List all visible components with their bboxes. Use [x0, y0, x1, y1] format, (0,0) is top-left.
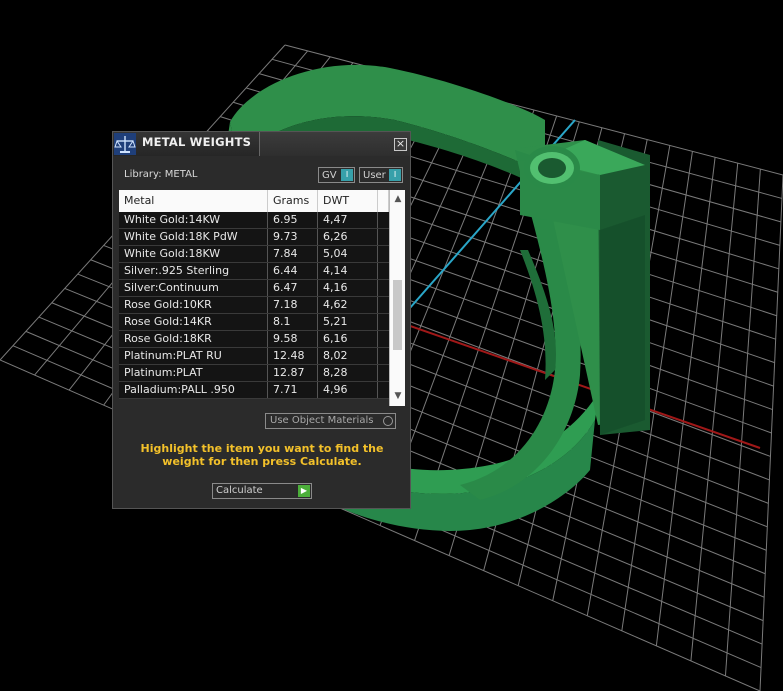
cell-metal: White Gold:18KW — [119, 246, 268, 262]
cell-grams: 6.95 — [268, 212, 318, 228]
panel-titlebar[interactable]: METAL WEIGHTS × — [113, 132, 410, 156]
cell-metal: Palladium:PALL .950 — [119, 382, 268, 398]
user-toggle[interactable]: User I — [359, 167, 403, 183]
cell-blank — [378, 348, 389, 364]
cell-blank — [378, 212, 389, 228]
cell-grams: 9.73 — [268, 229, 318, 245]
cell-dwt: 4,47 — [318, 212, 378, 228]
column-header-dwt[interactable]: DWT — [318, 190, 378, 212]
table-row[interactable]: Rose Gold:18KR 9.58 6,16 — [119, 331, 389, 348]
table-row[interactable]: Silver:.925 Sterling 6.44 4,14 — [119, 263, 389, 280]
use-object-materials-option[interactable]: Use Object Materials — [265, 413, 396, 429]
toggle-indicator-icon: I — [389, 169, 401, 181]
table-body: White Gold:14KW 6.95 4,47 White Gold:18K Pd… — [119, 212, 389, 399]
cell-metal: Silver:.925 Sterling — [119, 263, 268, 279]
column-header-metal[interactable]: Metal — [119, 190, 268, 212]
scale-icon — [114, 133, 136, 155]
cell-blank — [378, 314, 389, 330]
calculate-label: Calculate — [216, 485, 263, 496]
cell-blank — [378, 297, 389, 313]
cell-blank — [378, 382, 389, 398]
table-row[interactable]: Platinum:PLAT 12.87 8,28 — [119, 365, 389, 382]
instructions-text: Highlight the item you want to find the … — [140, 442, 384, 468]
cell-dwt: 8,28 — [318, 365, 378, 381]
table-header: Metal Grams DWT — [119, 190, 405, 212]
cell-grams: 12.87 — [268, 365, 318, 381]
scroll-up-icon[interactable]: ▲ — [393, 194, 403, 204]
calculate-button[interactable]: Calculate ▶ — [212, 483, 312, 499]
cell-metal: Rose Gold:18KR — [119, 331, 268, 347]
gv-toggle-label: GV — [322, 169, 337, 181]
cell-blank — [378, 246, 389, 262]
panel-title: METAL WEIGHTS — [142, 135, 252, 149]
column-header-grams[interactable]: Grams — [268, 190, 318, 212]
table-row[interactable]: Silver:Continuum 6.47 4,16 — [119, 280, 389, 297]
cell-dwt: 6,16 — [318, 331, 378, 347]
toggle-indicator-icon: I — [341, 169, 353, 181]
table-row[interactable]: White Gold:14KW 6.95 4,47 — [119, 212, 389, 229]
cell-metal: White Gold:18K PdW — [119, 229, 268, 245]
cell-grams: 7.71 — [268, 382, 318, 398]
metal-weights-panel: METAL WEIGHTS × Library: METAL GV I User… — [112, 131, 411, 509]
cell-dwt: 4,16 — [318, 280, 378, 296]
cell-metal: White Gold:14KW — [119, 212, 268, 228]
cell-grams: 12.48 — [268, 348, 318, 364]
scroll-thumb[interactable] — [393, 280, 402, 350]
cell-grams: 7.84 — [268, 246, 318, 262]
cell-metal: Rose Gold:10KR — [119, 297, 268, 313]
cell-metal: Silver:Continuum — [119, 280, 268, 296]
cell-metal: Platinum:PLAT — [119, 365, 268, 381]
table-row[interactable]: Palladium:PALL .950 7.71 4,96 — [119, 382, 389, 399]
title-tab: METAL WEIGHTS — [113, 132, 260, 156]
cell-grams: 6.47 — [268, 280, 318, 296]
cell-metal: Rose Gold:14KR — [119, 314, 268, 330]
cell-blank — [378, 331, 389, 347]
close-icon[interactable]: × — [394, 138, 407, 151]
cell-dwt: 5,04 — [318, 246, 378, 262]
gv-toggle[interactable]: GV I — [318, 167, 355, 183]
table-row[interactable]: White Gold:18K PdW 9.73 6,26 — [119, 229, 389, 246]
table-scrollbar[interactable]: ▲ ▼ — [389, 190, 405, 406]
cell-blank — [378, 365, 389, 381]
library-label: Library: METAL — [124, 169, 198, 180]
cell-metal: Platinum:PLAT RU — [119, 348, 268, 364]
table-row[interactable]: Rose Gold:10KR 7.18 4,62 — [119, 297, 389, 314]
use-object-materials-label: Use Object Materials — [270, 415, 374, 426]
cell-dwt: 6,26 — [318, 229, 378, 245]
scroll-down-icon[interactable]: ▼ — [393, 391, 403, 401]
play-arrow-icon[interactable]: ▶ — [298, 485, 310, 497]
cell-grams: 7.18 — [268, 297, 318, 313]
cell-grams: 6.44 — [268, 263, 318, 279]
cell-blank — [378, 263, 389, 279]
cell-blank — [378, 229, 389, 245]
table-row[interactable]: Rose Gold:14KR 8.1 5,21 — [119, 314, 389, 331]
column-header-blank — [378, 190, 389, 212]
metal-table[interactable]: Metal Grams DWT White Gold:14KW 6.95 4,47 W… — [119, 190, 405, 406]
cell-dwt: 5,21 — [318, 314, 378, 330]
cell-dwt: 4,14 — [318, 263, 378, 279]
cell-dwt: 4,62 — [318, 297, 378, 313]
radio-icon[interactable] — [383, 416, 393, 426]
table-row[interactable]: Platinum:PLAT RU 12.48 8,02 — [119, 348, 389, 365]
cell-grams: 9.58 — [268, 331, 318, 347]
cell-blank — [378, 280, 389, 296]
cell-dwt: 8,02 — [318, 348, 378, 364]
table-row[interactable]: White Gold:18KW 7.84 5,04 — [119, 246, 389, 263]
cell-grams: 8.1 — [268, 314, 318, 330]
user-toggle-label: User — [363, 169, 386, 181]
cell-dwt: 4,96 — [318, 382, 378, 398]
